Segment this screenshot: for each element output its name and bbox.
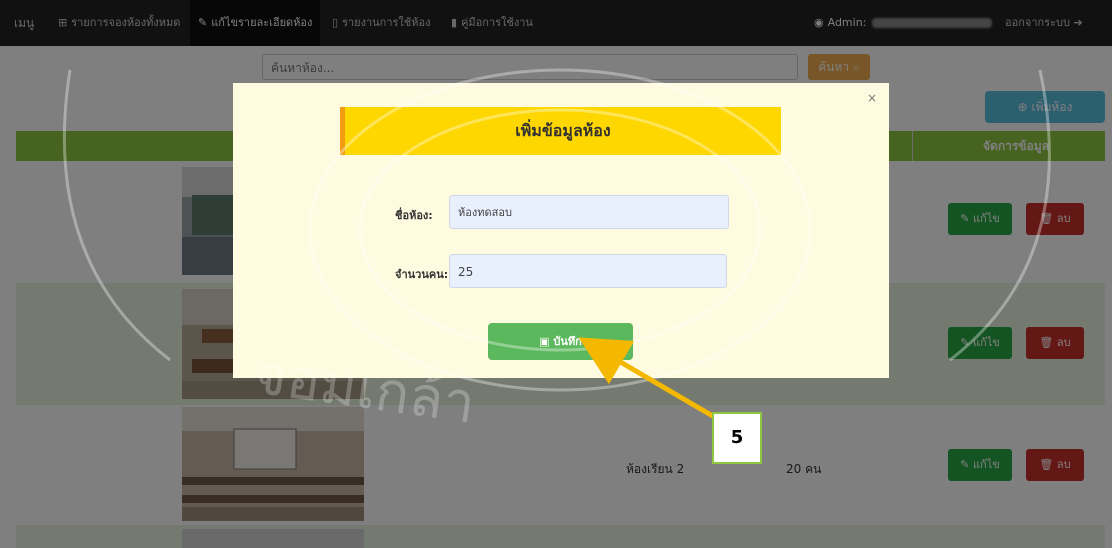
save-button[interactable]: ▣ บันทึก [488,323,633,360]
room-name-label: ชื่อห้อง: [395,209,433,222]
add-room-modal: × เพิ่มข้อมูลห้อง ชื่อห้อง: ห้องทดสอบ จำ… [233,83,889,378]
close-icon[interactable]: × [867,91,877,105]
room-name-field[interactable]: ห้องทดสอบ [449,195,729,229]
modal-title: เพิ่มข้อมูลห้อง [340,107,781,155]
step-callout: 5 [712,412,762,464]
floppy-disk-icon: ▣ [539,335,550,348]
capacity-label: จำนวนคน: [395,268,449,281]
save-label: บันทึก [553,335,582,348]
capacity-field[interactable]: 25 [449,254,727,288]
